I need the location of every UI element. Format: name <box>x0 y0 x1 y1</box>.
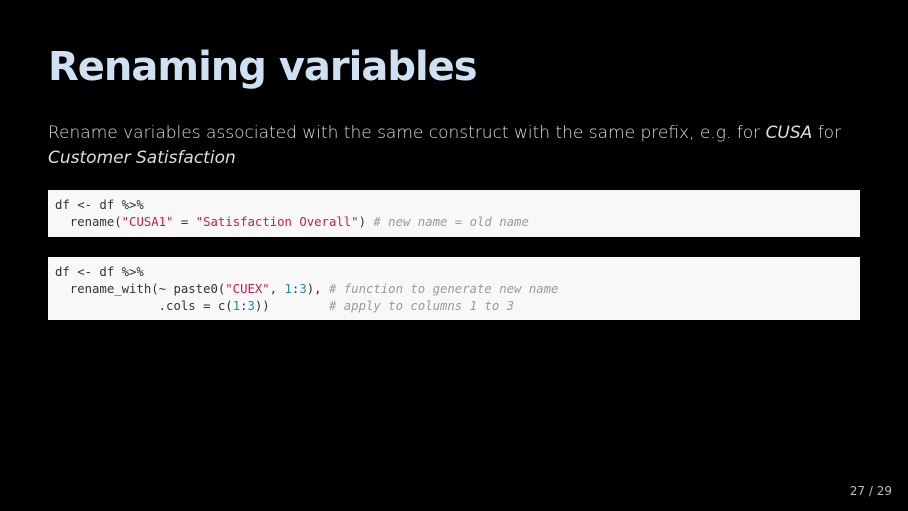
code-text: = <box>173 215 196 229</box>
slide-title: Renaming variables <box>48 44 478 90</box>
code-number: 1 <box>284 282 292 296</box>
code-number: 3 <box>247 299 255 313</box>
code-block-rename[interactable]: df <- df %>% rename("CUSA1" = "Satisfact… <box>48 190 860 237</box>
lead-emphasis-customer-satisfaction: Customer Satisfaction <box>48 148 236 168</box>
code-text: : <box>240 299 248 313</box>
page-number: 27 / 29 <box>849 484 892 498</box>
code-comment: # apply to columns 1 to 3 <box>328 299 515 313</box>
lead-text-part: Rename variables associated with the sam… <box>48 123 766 143</box>
code-line: rename_with(~ paste0("CUEX", 1:3), # fun… <box>55 281 853 298</box>
code-string: "Satisfaction Overall" <box>195 215 359 229</box>
slide: Renaming variables Rename variables asso… <box>0 0 908 511</box>
lead-text-part: for <box>812 123 842 143</box>
code-text: df <- df %>% <box>55 265 144 279</box>
code-text: ), <box>306 282 329 296</box>
code-number: 1 <box>232 299 241 313</box>
code-text: )) <box>254 299 329 313</box>
code-text: , <box>269 282 285 296</box>
code-line: df <- df %>% <box>55 264 853 281</box>
lead-emphasis-cusa: CUSA <box>765 123 813 143</box>
code-string: "CUSA1" <box>121 215 174 229</box>
code-comment: # function to generate new name <box>328 282 559 296</box>
code-line: df <- df %>% <box>55 197 853 214</box>
code-text: df <- df %>% <box>55 198 144 212</box>
slide-lead-text: Rename variables associated with the sam… <box>48 121 868 171</box>
code-number: 3 <box>299 282 307 296</box>
code-string: "CUEX" <box>225 282 270 296</box>
code-text: .cols = c( <box>55 299 233 313</box>
code-line: rename("CUSA1" = "Satisfaction Overall")… <box>55 214 853 231</box>
code-text: ) <box>358 215 374 229</box>
code-comment: # new name = old name <box>373 215 529 229</box>
code-text: rename_with(~ paste0( <box>55 282 226 296</box>
code-block-rename-with[interactable]: df <- df %>% rename_with(~ paste0("CUEX"… <box>48 257 860 320</box>
code-line: .cols = c(1:3)) # apply to columns 1 to … <box>55 298 853 315</box>
code-text: rename( <box>55 215 122 229</box>
